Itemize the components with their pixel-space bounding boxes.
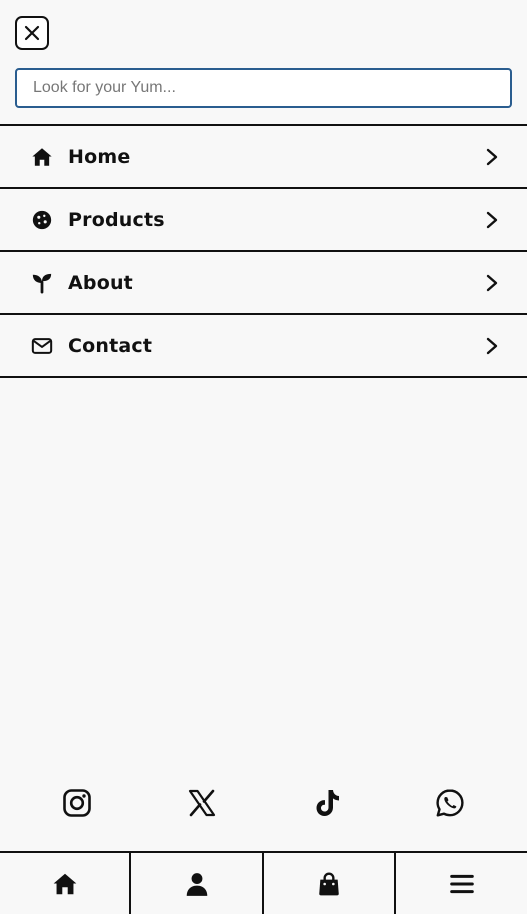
menu-item-label: About	[68, 271, 133, 294]
chevron-right-icon	[485, 274, 499, 292]
menu-item-about[interactable]: About	[0, 252, 527, 315]
close-menu-button[interactable]	[15, 16, 49, 50]
chevron-right-icon	[485, 337, 499, 355]
sprout-icon	[30, 271, 54, 295]
chevron-right-icon	[485, 148, 499, 166]
x-icon	[188, 789, 216, 817]
tiktok-icon	[316, 790, 339, 816]
cookie-icon	[30, 208, 54, 232]
whatsapp-icon	[436, 789, 464, 817]
close-icon	[24, 25, 40, 41]
whatsapp-link[interactable]	[433, 782, 467, 824]
home-icon	[30, 145, 54, 169]
instagram-icon	[63, 789, 91, 817]
tiktok-link[interactable]	[310, 782, 344, 824]
nav-home-button[interactable]	[0, 853, 131, 914]
user-icon	[186, 872, 207, 896]
menu-item-home[interactable]: Home	[0, 126, 527, 189]
nav-menu-button[interactable]	[396, 853, 527, 914]
chevron-right-icon	[485, 211, 499, 229]
menu-item-label: Contact	[68, 334, 153, 357]
menu-item-contact[interactable]: Contact	[0, 315, 527, 378]
side-menu: Home Products About Contact	[0, 124, 527, 378]
search-input[interactable]	[15, 68, 512, 108]
instagram-link[interactable]	[60, 782, 94, 824]
hamburger-menu-icon	[449, 874, 474, 893]
x-link[interactable]	[185, 782, 219, 824]
envelope-icon	[30, 334, 54, 358]
shopping-bag-icon	[319, 872, 339, 895]
nav-account-button[interactable]	[131, 853, 264, 914]
bottom-nav	[0, 851, 527, 914]
menu-item-label: Products	[68, 208, 165, 231]
home-icon	[53, 873, 76, 894]
menu-item-products[interactable]: Products	[0, 189, 527, 252]
nav-cart-button[interactable]	[264, 853, 396, 914]
menu-item-label: Home	[68, 145, 131, 168]
social-links	[0, 782, 527, 824]
